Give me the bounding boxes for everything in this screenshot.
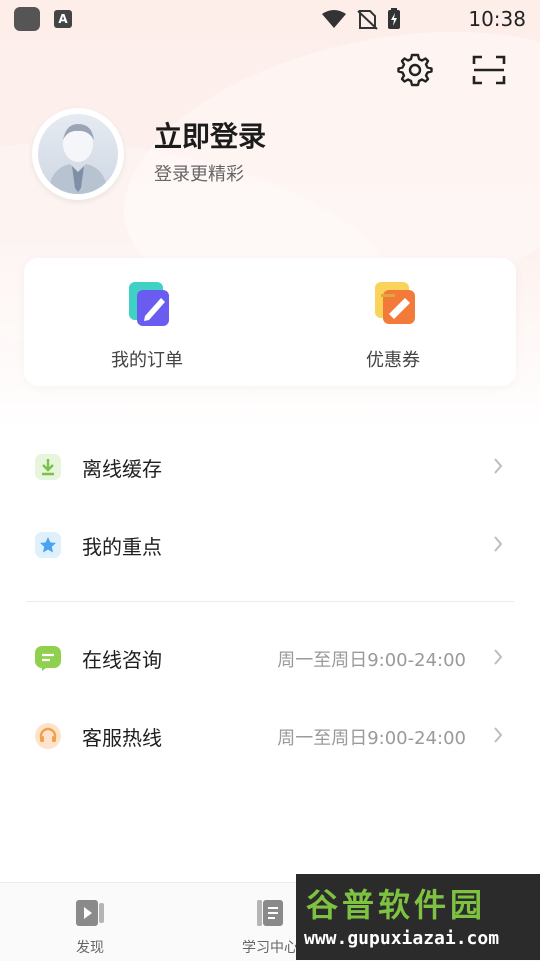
login-title[interactable]: 立即登录 xyxy=(154,115,266,155)
watermark-url: www.gupuxiazai.com xyxy=(304,928,500,949)
service-hours: 周一至周日9:00-24:00 xyxy=(277,728,466,749)
headset-icon xyxy=(34,722,62,750)
wifi-icon xyxy=(322,10,346,28)
settings-button[interactable] xyxy=(397,52,433,88)
star-icon xyxy=(34,531,62,559)
status-time: 10:38 xyxy=(468,7,526,31)
avatar[interactable] xyxy=(32,108,124,200)
menu-item-offline-cache[interactable]: 离线缓存 xyxy=(0,435,540,499)
orders-icon xyxy=(127,280,171,328)
menu-item-service-hotline[interactable]: 客服热线 周一至周日9:00-24:00 xyxy=(0,704,540,768)
gear-icon xyxy=(397,53,433,87)
menu-item-label: 在线咨询 xyxy=(82,648,162,672)
status-icons xyxy=(320,8,430,30)
scan-button[interactable] xyxy=(471,52,507,88)
tab-label: 发现 xyxy=(76,940,104,956)
chevron-right-icon xyxy=(492,457,504,475)
no-sim-icon xyxy=(357,10,378,30)
service-hours: 周一至周日9:00-24:00 xyxy=(277,650,466,671)
quick-actions-card: 我的订单 优惠券 xyxy=(24,258,516,386)
menu-item-online-consult[interactable]: 在线咨询 周一至周日9:00-24:00 xyxy=(0,626,540,690)
scan-icon xyxy=(472,55,506,85)
book-icon xyxy=(254,897,286,929)
coupon-label: 优惠券 xyxy=(366,350,420,371)
video-icon xyxy=(74,897,106,929)
menu-item-label: 离线缓存 xyxy=(82,457,162,481)
menu-item-label: 客服热线 xyxy=(82,726,162,750)
app-notification-icon xyxy=(14,7,40,31)
app-badge-icon: A xyxy=(54,10,72,28)
download-icon xyxy=(34,453,62,481)
user-avatar-icon xyxy=(48,124,108,194)
my-orders-label: 我的订单 xyxy=(111,350,183,371)
watermark-logo: 谷普软件园 www.gupuxiazai.com xyxy=(296,874,540,960)
chat-icon xyxy=(34,644,62,672)
coupon-icon xyxy=(373,280,417,328)
coupon-button[interactable]: 优惠券 xyxy=(270,258,516,386)
chevron-right-icon xyxy=(492,535,504,553)
status-bar: A 10:38 xyxy=(0,0,540,36)
menu-item-label: 我的重点 xyxy=(82,535,162,559)
battery-icon xyxy=(388,8,400,29)
menu-item-my-highlights[interactable]: 我的重点 xyxy=(0,513,540,577)
my-orders-button[interactable]: 我的订单 xyxy=(24,258,270,386)
divider xyxy=(26,601,514,602)
tab-discover[interactable]: 发现 xyxy=(0,883,180,961)
chevron-right-icon xyxy=(492,726,504,744)
login-subtitle: 登录更精彩 xyxy=(154,164,244,185)
chevron-right-icon xyxy=(492,648,504,666)
watermark-title: 谷普软件园 xyxy=(306,886,487,924)
